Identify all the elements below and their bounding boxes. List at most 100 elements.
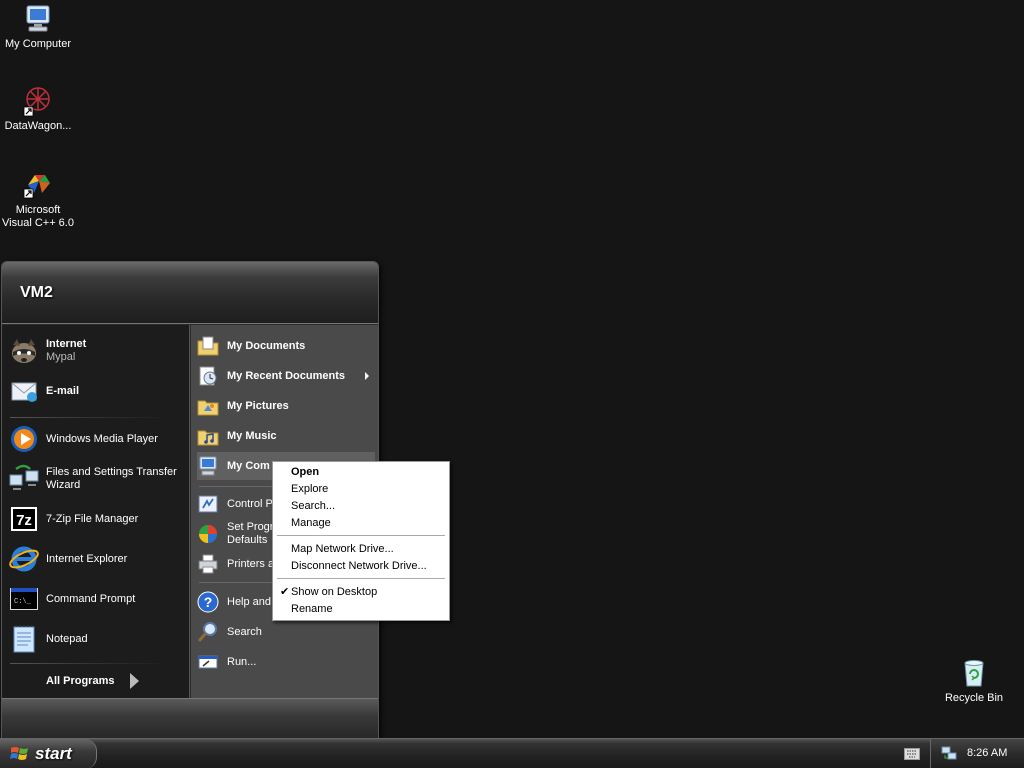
context-item-map-network-drive[interactable]: Map Network Drive... (275, 541, 447, 558)
pinned-item-title: E-mail (46, 384, 80, 397)
desktop-icon-visual-cpp[interactable]: Microsoft Visual C++ 6.0 (0, 169, 76, 230)
media-player-icon (11, 426, 37, 452)
recent-item-notepad[interactable]: Notepad (8, 621, 186, 657)
tool-label: Help and (227, 596, 272, 608)
tool-run[interactable]: Run... (197, 648, 375, 676)
context-item-manage[interactable]: Manage (275, 515, 447, 532)
my-documents-icon (197, 336, 219, 356)
context-item-label: Disconnect Network Drive... (291, 560, 427, 572)
transfer-wizard-icon (9, 464, 39, 490)
place-my-pictures[interactable]: My Pictures (197, 392, 375, 420)
control-panel-icon (198, 495, 218, 513)
svg-text:?: ? (204, 594, 213, 610)
recent-item-transfer-wizard[interactable]: Files and Settings Transfer Wizard (8, 461, 186, 497)
context-item-search[interactable]: Search... (275, 498, 447, 515)
tool-label: Run... (227, 656, 257, 668)
pinned-item-internet[interactable]: Internet Mypal (8, 333, 186, 369)
context-menu: Open Explore Search... Manage Map Networ… (272, 461, 450, 621)
all-programs-label: All Programs (46, 675, 115, 687)
context-item-label: Search... (291, 500, 336, 512)
context-item-rename[interactable]: Rename (275, 601, 447, 618)
context-menu-separator (277, 578, 445, 579)
run-icon (198, 655, 218, 669)
context-item-explore[interactable]: Explore (275, 481, 447, 498)
internet-explorer-icon (9, 546, 39, 572)
pinned-item-title: Internet (46, 338, 87, 350)
place-label: My Music (227, 430, 277, 442)
keyboard-icon[interactable] (904, 748, 920, 760)
place-label: My Com (227, 460, 270, 472)
desktop-icon-datawagon[interactable]: DataWagon... (0, 85, 76, 133)
my-computer-icon (199, 456, 217, 476)
notepad-icon (13, 625, 35, 653)
system-label: Set Progr (227, 521, 274, 533)
start-menu-footer (2, 698, 378, 738)
email-icon (11, 382, 37, 402)
context-item-label: Open (291, 466, 320, 478)
network-connection-icon[interactable] (941, 745, 957, 761)
start-menu-left-pane: Internet Mypal E-mail Windows Media Play… (2, 325, 190, 698)
set-program-defaults-icon (199, 525, 217, 543)
place-my-recent-documents[interactable]: My Recent Documents (197, 362, 375, 390)
start-label: start (35, 744, 72, 763)
checkmark-icon: ✔ (280, 586, 290, 598)
recent-item-title: Files and Settings Transfer Wizard (46, 466, 177, 491)
place-my-documents[interactable]: My Documents (197, 332, 375, 360)
context-item-label: Show on Desktop (291, 586, 378, 598)
context-item-label: Rename (291, 603, 333, 615)
raccoon-browser-icon (12, 339, 36, 363)
recent-item-internet-explorer[interactable]: Internet Explorer (8, 541, 186, 577)
recent-item-windows-media-player[interactable]: Windows Media Player (8, 421, 186, 457)
my-pictures-icon (197, 400, 219, 416)
system-label: Printers a (227, 558, 275, 570)
place-my-music[interactable]: My Music (197, 422, 375, 450)
taskbar: start 8:26 AM (0, 738, 1024, 768)
visual-cpp-shortcut-icon (23, 175, 50, 199)
start-button[interactable]: start (0, 739, 97, 768)
system-label-line2: Defaults (227, 534, 268, 546)
context-item-disconnect-network-drive[interactable]: Disconnect Network Drive... (275, 558, 447, 575)
recent-item-title: Windows Media Player (46, 432, 158, 445)
left-pane-separator (10, 663, 170, 664)
tool-search[interactable]: Search (197, 618, 375, 646)
tool-label: Search (227, 626, 262, 638)
recent-item-title: 7-Zip File Manager (46, 512, 139, 525)
desktop-icon-my-computer[interactable]: My Computer (0, 3, 76, 51)
system-tray: 8:26 AM (930, 739, 1024, 768)
context-item-label: Map Network Drive... (291, 543, 394, 555)
recent-item-title: Command Prompt (46, 592, 136, 605)
recent-item-command-prompt[interactable]: C:\_ Command Prompt (8, 581, 186, 617)
clock[interactable]: 8:26 AM (967, 747, 1007, 759)
start-menu-header: VM2 (2, 262, 378, 324)
pinned-item-subtitle: Mypal (46, 351, 76, 363)
datawagon-shortcut-icon (23, 87, 50, 117)
context-menu-separator (277, 535, 445, 536)
all-programs-button[interactable]: All Programs (46, 671, 140, 691)
context-item-open[interactable]: Open (275, 464, 447, 481)
recent-item-7zip[interactable]: 7z 7-Zip File Manager (8, 501, 186, 537)
windows-flag-icon (10, 747, 28, 760)
arrow-right-icon (130, 673, 140, 689)
desktop-icon-label: Recycle Bin (944, 692, 1004, 704)
place-label: My Documents (227, 340, 306, 352)
left-pane-separator (10, 417, 170, 418)
command-prompt-icon: C:\_ (10, 588, 38, 610)
desktop-icon-recycle-bin[interactable]: Recycle Bin (936, 657, 1012, 705)
context-item-label: Manage (291, 517, 331, 529)
context-item-show-on-desktop[interactable]: ✔ Show on Desktop (275, 584, 447, 601)
user-name: VM2 (20, 284, 53, 301)
recent-item-title: Notepad (46, 632, 88, 645)
pinned-item-email[interactable]: E-mail (8, 373, 186, 409)
context-item-label: Explore (291, 483, 329, 495)
search-icon (197, 622, 217, 642)
printer-icon (198, 554, 218, 574)
svg-text:C:\_: C:\_ (14, 598, 32, 606)
place-label: My Pictures (227, 400, 289, 412)
my-music-icon (197, 430, 219, 446)
desktop-icon-label: DataWagon... (4, 120, 72, 132)
place-label: My Recent Documents (227, 370, 345, 382)
svg-text:7z: 7z (16, 512, 32, 529)
recent-item-title: Internet Explorer (46, 552, 128, 565)
recent-documents-icon (199, 366, 217, 386)
my-computer-icon (26, 5, 50, 32)
